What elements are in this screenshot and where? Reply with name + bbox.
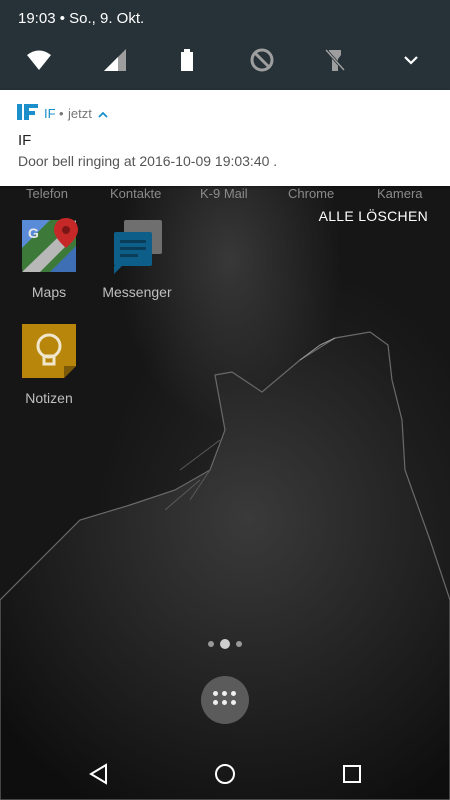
page-dot-2-active [220, 639, 230, 649]
maps-icon: G [20, 216, 78, 274]
messenger-icon [108, 216, 166, 274]
if-app-icon [17, 104, 39, 120]
chevron-down-icon[interactable] [402, 51, 420, 69]
chevron-up-icon[interactable] [98, 107, 108, 118]
svg-text:G: G [28, 225, 39, 241]
notification-title: IF [18, 132, 32, 149]
notification-card[interactable]: IF • jetzt IF Door bell ringing at 2016-… [0, 90, 450, 186]
signal-icon[interactable] [102, 47, 128, 73]
app-label-maps: Maps [31, 284, 67, 300]
notification-app-name: IF [44, 106, 56, 121]
dock-label-telefon: Telefon [26, 186, 68, 201]
app-label-messenger: Messenger [102, 284, 172, 300]
dock-label-chrome: Chrome [288, 186, 335, 201]
notes-icon [20, 322, 78, 380]
battery-icon[interactable] [174, 47, 200, 73]
quick-settings-panel: 19:03 • So., 9. Okt. [0, 0, 450, 90]
notification-time: jetzt [68, 106, 92, 121]
notification-text: Door bell ringing at 2016-10-09 19:03:40… [18, 153, 278, 169]
app-notizen[interactable]: Notizen [4, 322, 94, 406]
clear-all-button[interactable]: ALLE LÖSCHEN [319, 208, 428, 224]
page-dot-3 [236, 641, 242, 647]
dock-label-kamera: Kamera [377, 186, 423, 201]
app-messenger[interactable]: Messenger [92, 216, 182, 300]
home-icon[interactable] [213, 762, 237, 786]
notification-separator: • [59, 106, 64, 121]
page-dot-1 [208, 641, 214, 647]
status-time-date: 19:03 • So., 9. Okt. [18, 10, 145, 27]
flashlight-off-icon[interactable] [322, 47, 348, 73]
app-maps[interactable]: G Maps [4, 216, 94, 300]
dock-label-k9-mail: K-9 Mail [200, 186, 248, 201]
dock-label-kontakte: Kontakte [110, 186, 162, 201]
back-icon[interactable] [87, 762, 111, 786]
do-not-disturb-icon[interactable] [249, 47, 275, 73]
wifi-icon[interactable] [26, 47, 52, 73]
recents-icon[interactable] [340, 762, 364, 786]
app-drawer-button[interactable] [201, 676, 249, 724]
app-label-notizen: Notizen [25, 390, 73, 406]
